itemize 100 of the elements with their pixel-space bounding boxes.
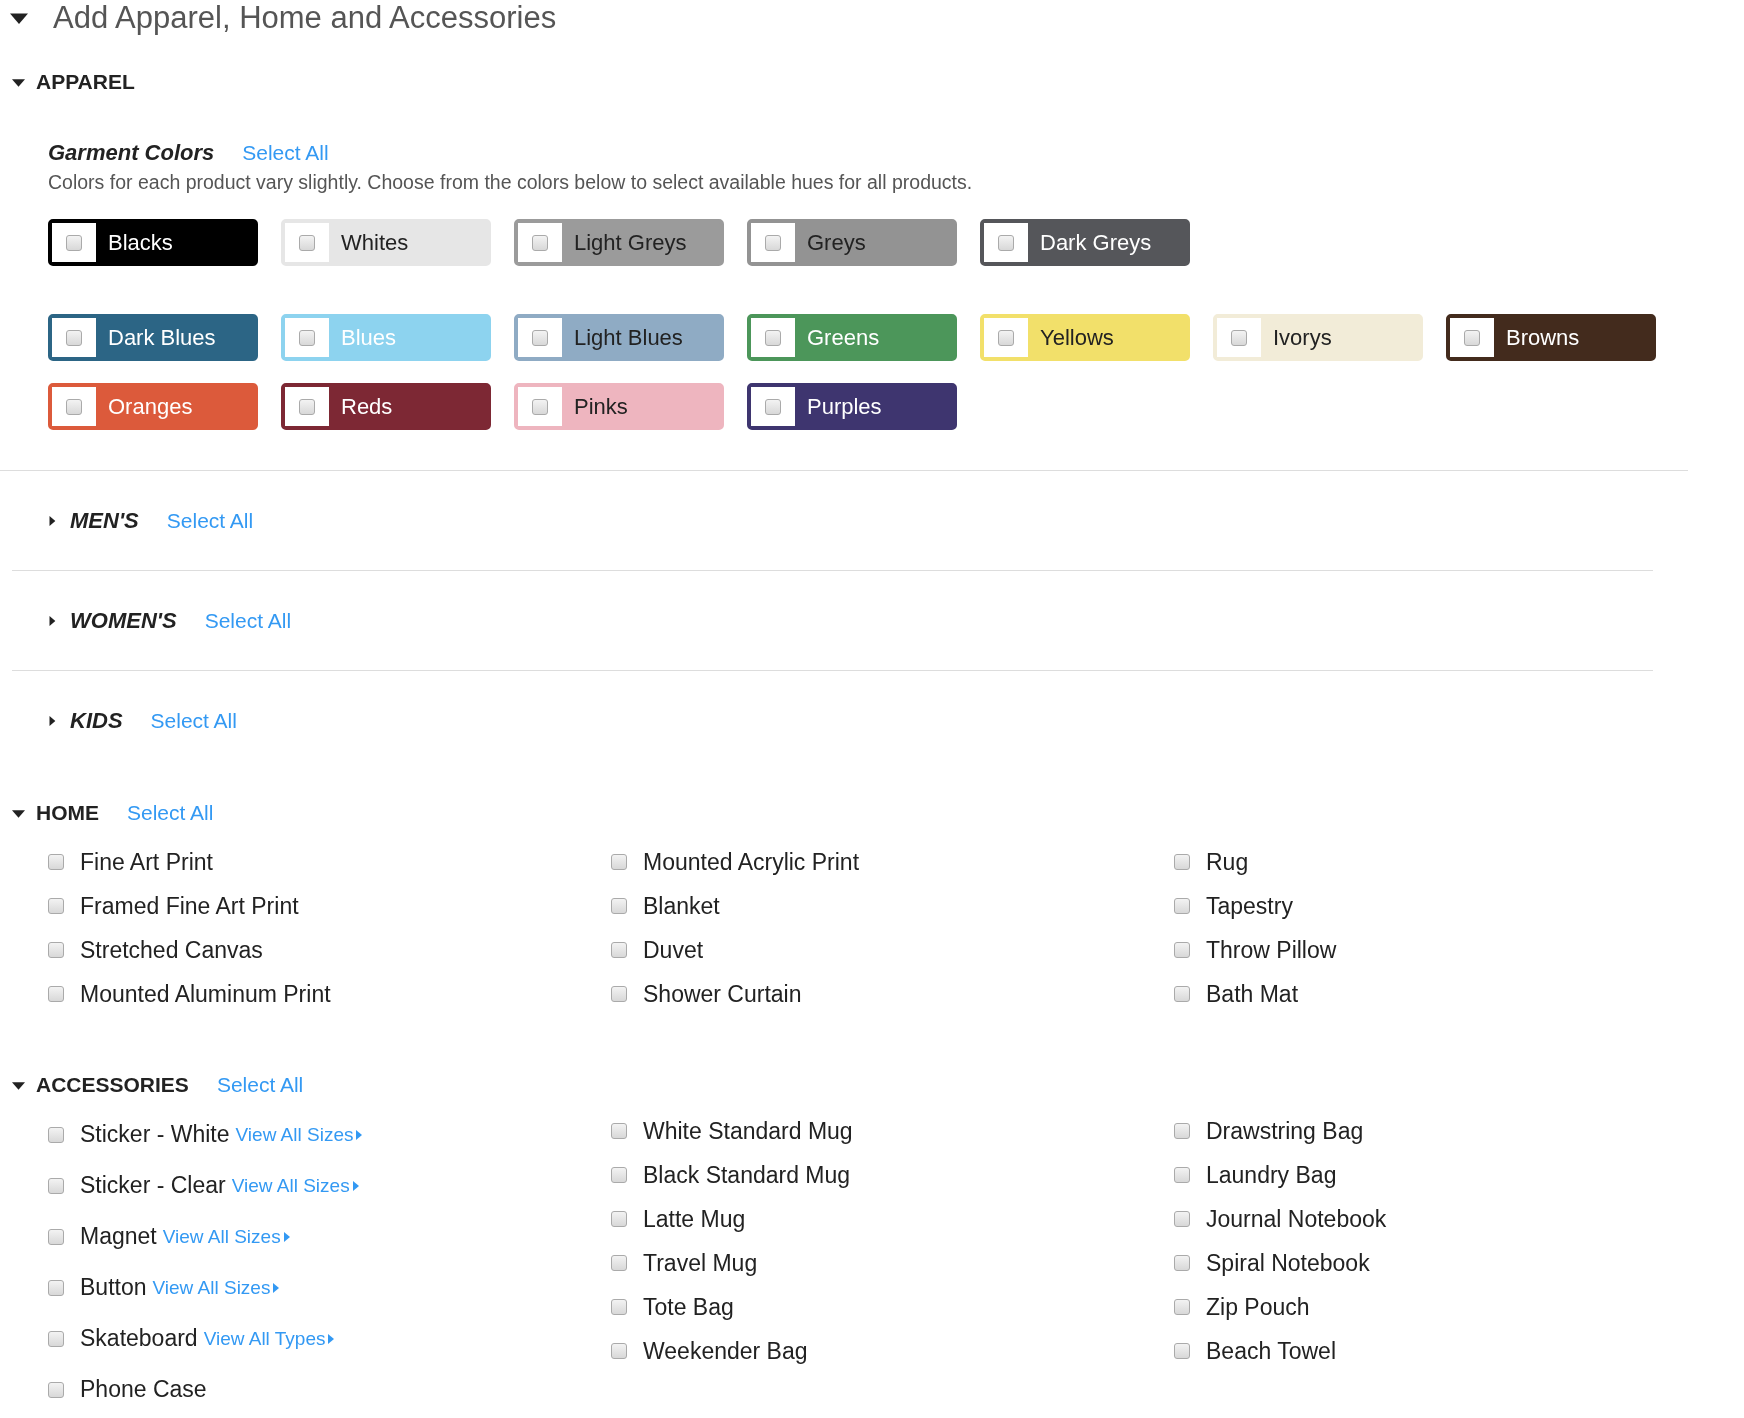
checkbox[interactable] <box>48 1177 64 1194</box>
option-label: Beach Towel <box>1206 1337 1336 1365</box>
color-swatch[interactable]: Light Blues <box>514 314 724 361</box>
checkbox[interactable] <box>1464 329 1480 346</box>
option-label: Framed Fine Art Print <box>80 892 299 920</box>
swatch-label: Purples <box>806 392 882 421</box>
option-label: Throw Pillow <box>1206 936 1337 964</box>
color-swatch[interactable]: Oranges <box>48 383 258 430</box>
checkbox[interactable] <box>611 986 627 1002</box>
checkbox[interactable] <box>1174 854 1190 870</box>
color-swatch[interactable]: Dark Greys <box>980 219 1190 266</box>
view-all-link[interactable]: View All Sizes <box>231 1174 350 1197</box>
checkbox[interactable] <box>1174 1211 1190 1227</box>
checkbox[interactable] <box>611 898 627 914</box>
checkbox[interactable] <box>1174 1123 1190 1139</box>
checkbox[interactable] <box>48 1126 64 1143</box>
checkbox[interactable] <box>48 898 64 914</box>
color-swatch[interactable]: Reds <box>281 383 491 430</box>
checkbox[interactable] <box>611 1123 627 1139</box>
expand-caret-icon[interactable] <box>47 716 57 726</box>
select-all-link[interactable]: Select All <box>216 1073 304 1097</box>
color-swatch[interactable]: Greens <box>747 314 957 361</box>
checkbox[interactable] <box>48 942 64 958</box>
checkbox[interactable] <box>48 1330 64 1347</box>
checkbox[interactable] <box>48 854 64 870</box>
swatch-label: Greys <box>806 228 866 257</box>
option-label: Journal Notebook <box>1206 1205 1387 1233</box>
option-label: Black Standard Mug <box>643 1161 851 1189</box>
checkbox[interactable] <box>299 329 315 346</box>
swatch-label: Pinks <box>573 392 628 421</box>
option-label: Button <box>80 1274 147 1301</box>
checkbox[interactable] <box>611 1211 627 1227</box>
caret-icon[interactable] <box>352 1180 359 1191</box>
color-swatch[interactable]: Pinks <box>514 383 724 430</box>
checkbox[interactable] <box>998 329 1014 346</box>
checkbox[interactable] <box>66 398 82 415</box>
checkbox[interactable] <box>611 854 627 870</box>
checkbox[interactable] <box>611 1167 627 1183</box>
caret-icon[interactable] <box>356 1129 363 1140</box>
caret-icon[interactable] <box>328 1333 335 1344</box>
checkbox[interactable] <box>1174 942 1190 958</box>
option-label: Bath Mat <box>1206 980 1299 1008</box>
caret-icon[interactable] <box>283 1231 290 1242</box>
checkbox[interactable] <box>611 1255 627 1271</box>
checkbox[interactable] <box>1174 1167 1190 1183</box>
checkbox[interactable] <box>299 398 315 415</box>
swatch-label: Reds <box>340 392 393 421</box>
checkbox[interactable] <box>532 398 548 415</box>
checkbox[interactable] <box>1174 1299 1190 1315</box>
option-label: Duvet <box>643 936 704 964</box>
checkbox[interactable] <box>998 234 1014 251</box>
checkbox[interactable] <box>765 398 781 415</box>
caret-icon[interactable] <box>273 1282 280 1293</box>
checkbox[interactable] <box>1231 329 1247 346</box>
checkbox[interactable] <box>299 234 315 251</box>
view-all-link[interactable]: View All Types <box>203 1327 326 1350</box>
color-swatch[interactable]: Browns <box>1446 314 1656 361</box>
view-all-link[interactable]: View All Sizes <box>152 1276 271 1299</box>
option-label: Drawstring Bag <box>1206 1117 1364 1145</box>
checkbox[interactable] <box>532 234 548 251</box>
checkbox[interactable] <box>532 329 548 346</box>
checkbox[interactable] <box>1174 986 1190 1002</box>
checkbox[interactable] <box>66 329 82 346</box>
checkbox[interactable] <box>48 1381 64 1398</box>
expand-caret-icon[interactable] <box>47 615 57 626</box>
option-label: Tote Bag <box>643 1293 734 1321</box>
color-swatch[interactable]: Purples <box>747 383 957 430</box>
checkbox[interactable] <box>611 1343 627 1359</box>
color-swatch[interactable]: Light Greys <box>514 219 724 266</box>
checkbox[interactable] <box>48 1279 64 1296</box>
color-swatch[interactable]: Whites <box>281 219 491 266</box>
subsection-heading: KIDS <box>70 708 123 734</box>
checkbox[interactable] <box>1174 1255 1190 1271</box>
checkbox[interactable] <box>48 1228 64 1245</box>
checkbox[interactable] <box>1174 1343 1190 1359</box>
view-all-link[interactable]: View All Sizes <box>235 1123 354 1146</box>
color-swatch[interactable]: Ivorys <box>1213 314 1423 361</box>
select-all-link[interactable]: Select All <box>242 141 329 165</box>
checkbox[interactable] <box>765 329 781 346</box>
expand-caret-icon[interactable] <box>47 515 57 526</box>
checkbox[interactable] <box>611 1299 627 1315</box>
select-all-link[interactable]: Select All <box>150 709 237 733</box>
color-swatch[interactable]: Yellows <box>980 314 1190 361</box>
option-label: Zip Pouch <box>1206 1293 1310 1321</box>
section-heading: ACCESSORIES <box>36 1073 189 1097</box>
color-swatch[interactable]: Dark Blues <box>48 314 258 361</box>
checkbox[interactable] <box>1174 898 1190 914</box>
view-all-link[interactable]: View All Sizes <box>162 1225 281 1248</box>
color-swatch[interactable]: Blacks <box>48 219 258 266</box>
checkbox[interactable] <box>611 942 627 958</box>
checkbox[interactable] <box>66 234 82 251</box>
color-swatch[interactable]: Greys <box>747 219 957 266</box>
option-label: Weekender Bag <box>643 1337 808 1365</box>
checkbox[interactable] <box>765 234 781 251</box>
option-label: Shower Curtain <box>643 980 802 1008</box>
checkbox[interactable] <box>48 986 64 1002</box>
option-label: Mounted Acrylic Print <box>643 848 860 876</box>
select-all-link[interactable]: Select All <box>166 508 254 533</box>
select-all-link[interactable]: Select All <box>127 801 214 825</box>
select-all-link[interactable]: Select All <box>204 608 292 633</box>
